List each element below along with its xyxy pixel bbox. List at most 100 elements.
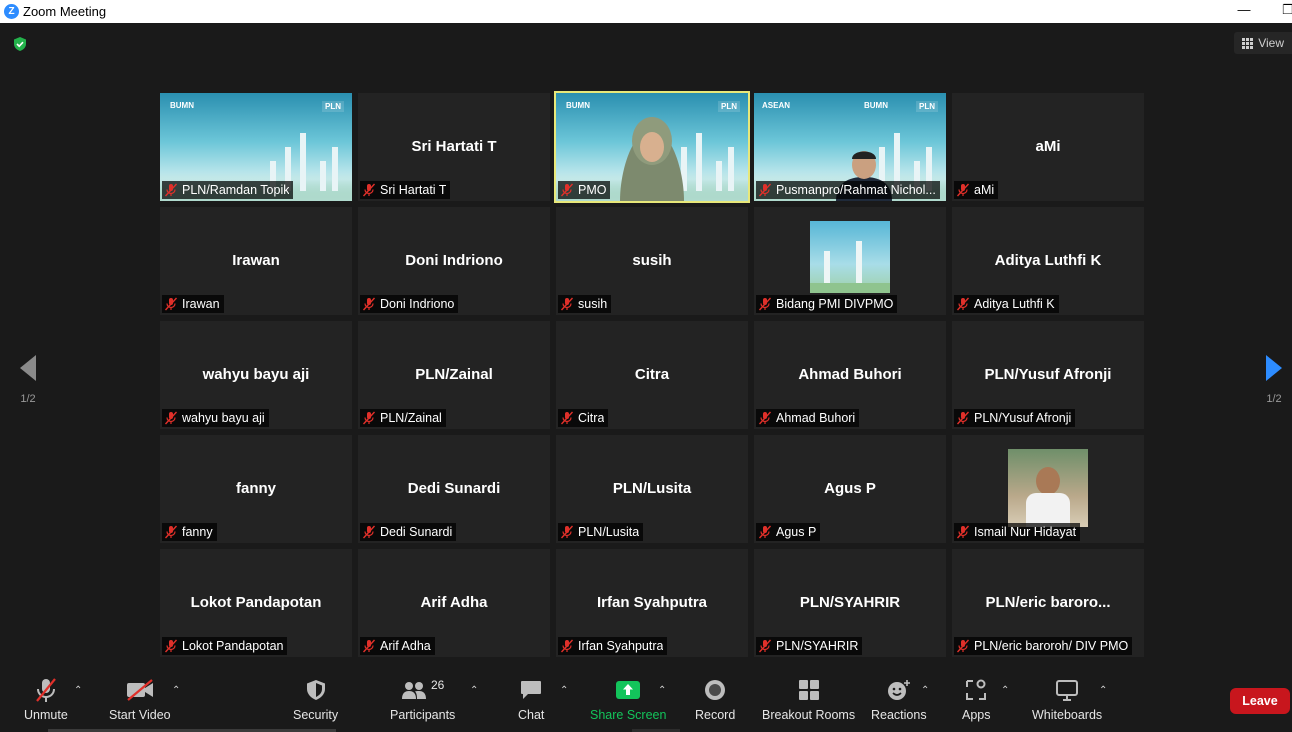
participant-tile[interactable]: Irawan Irawan [160,207,352,315]
participant-tile[interactable]: PLN/eric baroro... PLN/eric baroroh/ DIV … [952,549,1144,657]
participant-tile[interactable]: Lokot Pandapotan Lokot Pandapotan [160,549,352,657]
participant-name: Bidang PMI DIVPMO [776,297,894,311]
restore-icon[interactable]: ❐ [1278,2,1292,18]
security-button[interactable]: Security [293,677,338,722]
participant-tile[interactable]: PLN/Lusita PLN/Lusita [556,435,748,543]
participant-display-name: susih [632,252,672,269]
participant-name-label: Irawan [162,295,224,313]
page-indicator-left: 1/2 [20,393,36,405]
minimize-icon[interactable]: — [1234,2,1254,17]
participant-tile[interactable]: Ismail Nur Hidayat [952,435,1144,543]
whiteboards-button[interactable]: Whiteboards [1032,677,1102,722]
mic-muted-icon [164,411,178,425]
audio-options-chevron-icon[interactable]: ⌃ [74,685,82,696]
participant-tile[interactable]: ASEAN BUMN PLN Pusmanpro/Rahmat Nichol... [754,93,946,201]
page-indicator-right: 1/2 [1266,393,1282,405]
start-video-button[interactable]: Start Video [109,677,171,722]
participant-name: aMi [974,183,995,197]
reactions-smiley-icon [887,677,911,703]
participant-display-name: Dedi Sunardi [407,480,501,497]
participant-tile[interactable]: susih susih [556,207,748,315]
participant-display-name: aMi [1035,138,1061,155]
participants-button[interactable]: 26 Participants [390,677,455,722]
participant-name-label: Agus P [756,523,821,541]
participant-tile[interactable]: PLN/SYAHRIR PLN/SYAHRIR [754,549,946,657]
mic-muted-icon [560,297,574,311]
participant-display-name: Citra [634,366,670,383]
video-options-chevron-icon[interactable]: ⌃ [172,685,180,696]
mic-muted-icon [560,639,574,653]
whiteboards-label: Whiteboards [1032,708,1103,722]
participant-name: Dedi Sunardi [380,525,453,539]
participant-tile[interactable]: wahyu bayu aji wahyu bayu aji [160,321,352,429]
participant-tile[interactable]: Agus P Agus P [754,435,946,543]
unmute-label: Unmute [24,708,68,722]
apps-icon [965,677,987,703]
leave-button[interactable]: Leave [1230,688,1290,714]
start-video-label: Start Video [109,708,171,722]
participant-tile[interactable]: Bidang PMI DIVPMO [754,207,946,315]
participant-tile[interactable]: Aditya Luthfi K Aditya Luthfi K [952,207,1144,315]
reactions-options-chevron-icon[interactable]: ⌃ [921,685,929,696]
participant-tile[interactable]: Arif Adha Arif Adha [358,549,550,657]
participant-tile[interactable]: Sri Hartati T Sri Hartati T [358,93,550,201]
reactions-button[interactable]: Reactions [871,677,927,722]
chat-bubble-icon [520,677,542,703]
participant-name-label: PLN/Yusuf Afronji [954,409,1076,427]
unmute-button[interactable]: Unmute [24,677,68,722]
participant-tile[interactable]: PLN/Yusuf Afronji PLN/Yusuf Afronji [952,321,1144,429]
share-options-chevron-icon[interactable]: ⌃ [658,685,666,696]
participant-name-label: Doni Indriono [360,295,459,313]
apps-button[interactable]: Apps [962,677,991,722]
mic-muted-icon [758,525,772,539]
mic-muted-icon [362,411,376,425]
participant-name-label: Sri Hartati T [360,181,451,199]
participant-name-label: PLN/Zainal [360,409,446,427]
participant-tile[interactable]: Doni Indriono Doni Indriono [358,207,550,315]
participant-tile[interactable]: Dedi Sunardi Dedi Sunardi [358,435,550,543]
participant-name-label: Pusmanpro/Rahmat Nichol... [756,181,940,199]
apps-options-chevron-icon[interactable]: ⌃ [1001,685,1009,696]
participants-count: 26 [430,678,445,692]
participant-name: PMO [578,183,607,197]
microphone-muted-icon [35,677,57,703]
breakout-rooms-button[interactable]: Breakout Rooms [762,677,855,722]
mic-muted-icon [560,411,574,425]
encryption-shield-icon[interactable] [12,36,28,52]
participants-options-chevron-icon[interactable]: ⌃ [470,685,478,696]
chat-button[interactable]: Chat [518,677,544,722]
next-page-button[interactable]: 1/2 [1254,353,1292,423]
mic-muted-icon [164,297,178,311]
participant-display-name: wahyu bayu aji [202,366,310,383]
participant-name: PLN/SYAHRIR [776,639,859,653]
participant-name-label: Bidang PMI DIVPMO [756,295,898,313]
participant-tile[interactable]: Citra Citra [556,321,748,429]
mic-muted-icon [362,639,376,653]
chat-options-chevron-icon[interactable]: ⌃ [560,685,568,696]
mic-muted-icon [164,183,178,197]
participant-grid: BUMN PLN PLN/Ramdan Topik Sri Hartati T Sri … [160,91,1144,657]
share-screen-button[interactable]: Share Screen [590,677,666,722]
participant-display-name: Irawan [232,252,280,269]
participant-tile[interactable]: BUMN PLN PMO [554,91,750,203]
participant-tile[interactable]: Irfan Syahputra Irfan Syahputra [556,549,748,657]
view-button[interactable]: View [1234,32,1292,54]
reactions-label: Reactions [871,708,927,722]
participant-tile[interactable]: aMi aMi [952,93,1144,201]
participant-name: fanny [182,525,213,539]
whiteboards-options-chevron-icon[interactable]: ⌃ [1099,685,1107,696]
participant-name: Arif Adha [380,639,431,653]
participant-name-label: PLN/Ramdan Topik [162,181,294,199]
participant-tile[interactable]: fanny fanny [160,435,352,543]
mic-muted-icon [164,525,178,539]
participant-tile[interactable]: Ahmad Buhori Ahmad Buhori [754,321,946,429]
participant-display-name: Doni Indriono [405,252,503,269]
participant-tile[interactable]: PLN/Zainal PLN/Zainal [358,321,550,429]
participant-tile[interactable]: BUMN PLN PLN/Ramdan Topik [160,93,352,201]
participant-name: Citra [578,411,605,425]
mic-muted-icon [956,183,970,197]
record-button[interactable]: Record [695,677,735,722]
share-screen-icon [615,677,641,703]
previous-page-button[interactable]: 1/2 [8,353,48,423]
profile-picture [810,221,890,293]
